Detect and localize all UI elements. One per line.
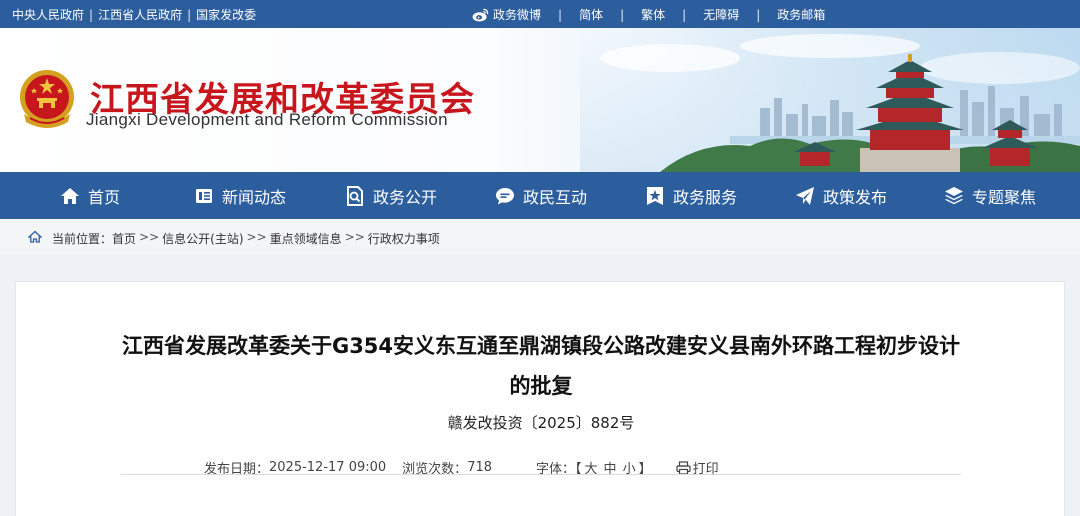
nav-policy-release[interactable]: 政策发布 xyxy=(795,172,887,219)
weibo-label: 政务微博 xyxy=(493,8,542,22)
top-links: 中央人民政府 | 江西省人民政府 | 国家发改委 xyxy=(12,6,256,23)
nav-home-label: 首页 xyxy=(88,187,121,207)
top-separator: | xyxy=(620,7,625,22)
home-icon xyxy=(61,187,79,204)
top-separator: | xyxy=(682,7,687,22)
traditional-chinese-link[interactable]: 繁体 xyxy=(641,6,665,23)
top-separator: | xyxy=(558,7,563,22)
breadcrumb-trail: 当前位置： 首页 >> 信息公开(主站) >> 重点领域信息 >> 行政权力事项 xyxy=(52,230,440,247)
breadcrumb-arrow: >> xyxy=(344,230,365,244)
nav-special-topics-label: 专题聚焦 xyxy=(972,187,1037,207)
top-link-central-gov[interactable]: 中央人民政府 xyxy=(12,6,84,23)
paper-plane-icon xyxy=(796,186,814,205)
top-separator: | xyxy=(756,7,761,22)
article-title-line-2: 的批复 xyxy=(509,374,573,398)
breadcrumb-home[interactable]: 首页 xyxy=(112,230,136,247)
nav-public-interaction[interactable]: 政民互动 xyxy=(495,172,587,219)
breadcrumb-admin-power[interactable]: 行政权力事项 xyxy=(368,230,440,247)
top-bar: 中央人民政府 | 江西省人民政府 | 国家发改委 政务微博 | 简体 | 繁体 … xyxy=(0,0,1080,28)
breadcrumb-arrow: >> xyxy=(139,230,160,244)
weibo-icon xyxy=(472,8,489,22)
nav-public-interaction-label: 政民互动 xyxy=(523,187,588,207)
breadcrumb-key-areas[interactable]: 重点领域信息 xyxy=(270,230,342,247)
gov-mailbox-link[interactable]: 政务邮箱 xyxy=(777,6,825,23)
meta-divider xyxy=(121,474,961,475)
article-title: 江西省发展改革委关于G354安义东互通至鼎湖镇段公路改建安义县南外环路工程初步设… xyxy=(16,326,1066,406)
accessibility-link[interactable]: 无障碍 xyxy=(703,6,739,23)
chat-icon xyxy=(496,187,514,204)
document-search-icon xyxy=(347,185,363,206)
breadcrumb-prefix: 当前位置： xyxy=(52,232,113,246)
breadcrumb-home-icon xyxy=(28,230,42,243)
nav-gov-services-label: 政务服务 xyxy=(673,187,738,207)
nav-gov-affairs-open[interactable]: 政务公开 xyxy=(345,172,437,219)
breadcrumb: 当前位置： 首页 >> 信息公开(主站) >> 重点领域信息 >> 行政权力事项 xyxy=(0,219,1080,255)
publish-date-value: 2025-12-17 09:00 xyxy=(269,460,387,475)
document-number: 赣发改投资〔2025〕882号 xyxy=(447,414,635,432)
article-panel: 江西省发展改革委关于G354安义东互通至鼎湖镇段公路改建安义县南外环路工程初步设… xyxy=(15,281,1065,516)
nav-policy-release-label: 政策发布 xyxy=(823,187,888,207)
star-badge-icon xyxy=(647,186,663,205)
article-title-line-1: 江西省发展改革委关于G354安义东互通至鼎湖镇段公路改建安义县南外环路工程初步设… xyxy=(121,334,961,358)
site-subtitle: Jiangxi Development and Reform Commissio… xyxy=(86,110,448,129)
tengwang-pavilion-scenery xyxy=(580,28,1080,172)
breadcrumb-arrow: >> xyxy=(246,230,267,244)
national-emblem-logo[interactable] xyxy=(16,66,78,132)
top-tools: 政务微博 | 简体 | 繁体 | 无障碍 | 政务邮箱 xyxy=(472,6,825,23)
nav-news-label: 新闻动态 xyxy=(222,187,287,207)
weibo-link[interactable]: 政务微博 xyxy=(472,6,541,23)
main-nav: 首页 新闻动态 政务公开 政民互动 政务服务 政策发布 专题聚焦 xyxy=(0,172,1080,219)
nav-home[interactable]: 首页 xyxy=(60,172,120,219)
header-banner: 江西省发展和改革委员会 Jiangxi Development and Refo… xyxy=(0,28,1080,172)
nav-gov-affairs-open-label: 政务公开 xyxy=(373,187,438,207)
layers-icon xyxy=(945,186,963,204)
nav-gov-services[interactable]: 政务服务 xyxy=(645,172,737,219)
top-separator: | xyxy=(187,7,192,22)
simplified-chinese-link[interactable]: 简体 xyxy=(579,6,603,23)
views-count: 718 xyxy=(467,460,493,475)
news-icon xyxy=(196,188,212,203)
top-separator: | xyxy=(89,7,94,22)
top-link-ndrc[interactable]: 国家发改委 xyxy=(196,6,256,23)
breadcrumb-info-open[interactable]: 信息公开(主站) xyxy=(162,230,243,247)
top-link-jiangxi-gov[interactable]: 江西省人民政府 xyxy=(98,6,182,23)
nav-special-topics[interactable]: 专题聚焦 xyxy=(944,172,1036,219)
printer-icon xyxy=(675,460,691,475)
nav-news[interactable]: 新闻动态 xyxy=(194,172,286,219)
